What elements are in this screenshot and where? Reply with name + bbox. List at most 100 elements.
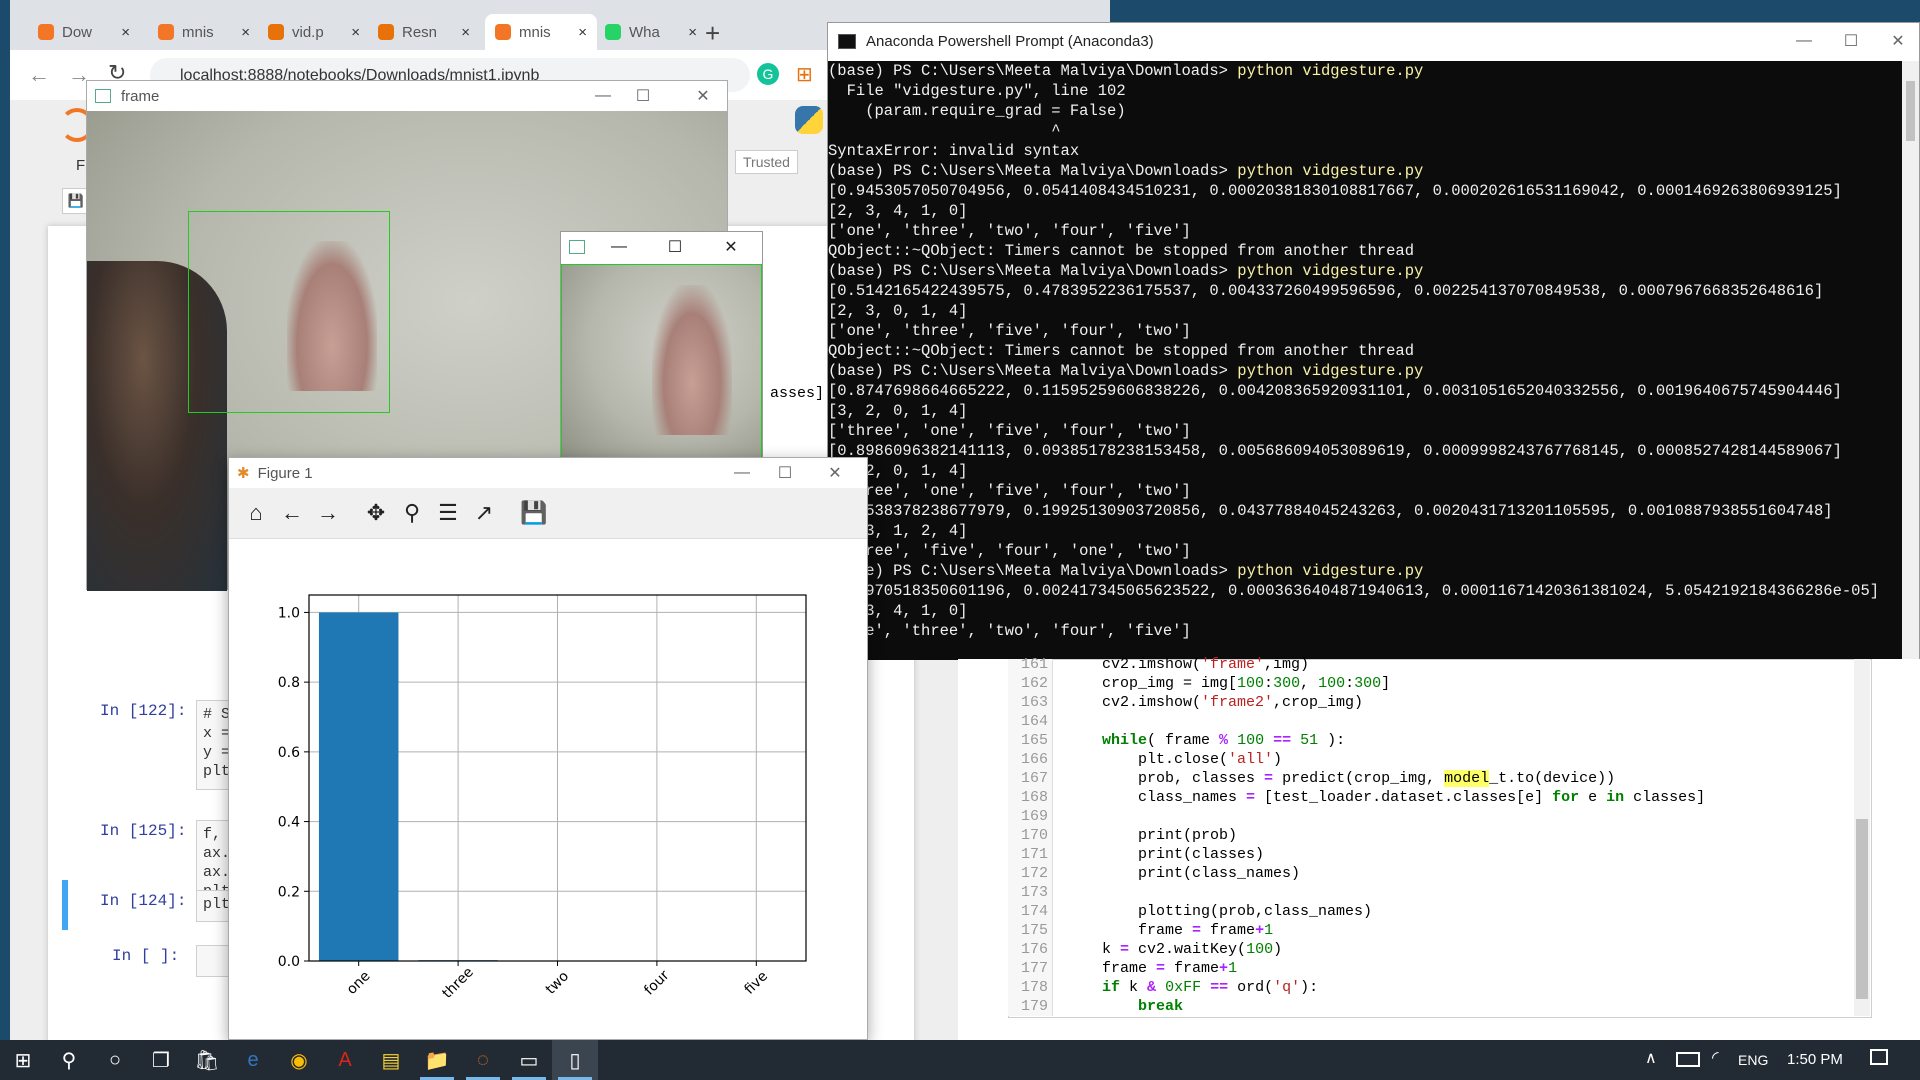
terminal-line: ['three', 'one', 'five', 'four', 'two'] — [828, 421, 1904, 441]
language-indicator[interactable]: ENG — [1738, 1052, 1768, 1068]
notification-icon[interactable] — [1870, 1049, 1888, 1065]
terminal-line: [0.9970518350601196, 0.00241734506562352… — [828, 581, 1904, 601]
tab-close-icon[interactable]: × — [578, 24, 587, 41]
editor-line-text: cv2.imshow('frame',img) — [1066, 656, 1310, 673]
terminal-line: SyntaxError: invalid syntax — [828, 141, 1904, 161]
line-number: 162 — [1020, 675, 1048, 692]
figure-title: Figure 1 — [257, 464, 313, 482]
code-line: # Si — [203, 706, 236, 723]
start-windows-icon[interactable]: ⊞ — [0, 1040, 46, 1080]
browser-tab[interactable]: mnis × — [148, 14, 260, 50]
save-icon[interactable]: 💾 — [519, 498, 549, 528]
close-button[interactable]: ✕ — [1875, 23, 1920, 59]
configure-subplots-icon[interactable]: ☰ — [433, 498, 463, 528]
edge-icon[interactable]: e — [230, 1040, 276, 1080]
acrobat-icon[interactable]: A — [322, 1040, 368, 1080]
line-number: 161 — [1020, 656, 1048, 673]
editor-line-text: frame = frame+1 — [1066, 922, 1274, 939]
tab-close-icon[interactable]: × — [351, 24, 360, 41]
cell-prompt: In [125]: — [100, 822, 187, 840]
editor-line[interactable]: 177 frame = frame+1 — [1008, 959, 1237, 978]
tab-close-icon[interactable]: × — [461, 24, 470, 41]
editor-line[interactable]: 170 print(prob) — [1008, 826, 1237, 845]
tab-close-icon[interactable]: × — [688, 24, 697, 41]
terminal-text: ['three', 'five', 'four', 'one', 'two'] — [828, 542, 1191, 560]
back-arrow-icon[interactable]: ← — [277, 498, 307, 528]
editor-line[interactable]: 163 cv2.imshow('frame2',crop_img) — [1008, 693, 1363, 712]
editor-line[interactable]: 161 cv2.imshow('frame',img) — [1008, 655, 1309, 674]
file-explorer-icon[interactable]: 📁 — [414, 1040, 460, 1080]
pan-icon[interactable]: ✥ — [361, 498, 391, 528]
terminal-line: [2, 3, 4, 1, 0] — [828, 201, 1904, 221]
forward-arrow-icon[interactable]: → — [313, 498, 343, 528]
browser-tab[interactable]: vid.p × — [258, 14, 370, 50]
sticky-notes-icon[interactable]: ▤ — [368, 1040, 414, 1080]
terminal-icon[interactable]: ▭ — [506, 1040, 552, 1080]
maximize-button[interactable]: ☐ — [657, 232, 693, 262]
editor-line[interactable]: 168 class_names = [test_loader.dataset.c… — [1008, 788, 1705, 807]
trusted-badge[interactable]: Trusted — [735, 150, 798, 174]
zoom-icon[interactable]: ⚲ — [397, 498, 427, 528]
editor-line[interactable]: 169 — [1008, 807, 1066, 826]
editor-scrollbar[interactable] — [1854, 659, 1870, 1016]
jupyter-icon[interactable]: ◌ — [460, 1040, 506, 1080]
cortana-icon[interactable]: ○ — [92, 1040, 138, 1080]
editor-line[interactable]: 171 print(classes) — [1008, 845, 1264, 864]
terminal-line: (base) PS C:\Users\Meeta Malviya\Downloa… — [828, 161, 1904, 181]
extension-icon[interactable]: ⊞ — [796, 62, 813, 87]
editor-line[interactable]: 174 plotting(prob,class_names) — [1008, 902, 1372, 921]
document-icon[interactable]: ▯ — [552, 1040, 598, 1080]
close-button[interactable]: ✕ — [680, 81, 726, 111]
tab-close-icon[interactable]: × — [241, 24, 250, 41]
chrome-icon[interactable]: ◉ — [276, 1040, 322, 1080]
wifi-icon[interactable]: ◜ — [1712, 1048, 1719, 1068]
edit-axis-icon[interactable]: ↗ — [469, 498, 499, 528]
terminal-line: (base) PS C:\Users\Meeta Malviya\Downloa… — [828, 561, 1904, 581]
minimize-button[interactable]: — — [601, 232, 637, 262]
tab-close-icon[interactable]: × — [121, 24, 130, 41]
python-logo-icon — [795, 106, 823, 134]
terminal-line: (param.require_grad = False) — [828, 101, 1904, 121]
terminal-scrollbar[interactable] — [1902, 61, 1919, 660]
editor-line[interactable]: 164 — [1008, 712, 1066, 731]
terminal-line: [0.7538378238677979, 0.19925130903720856… — [828, 501, 1904, 521]
browser-tab[interactable]: Dow × — [28, 14, 140, 50]
terminal-text: ['one', 'three', 'two', 'four', 'five'] — [828, 622, 1191, 640]
menu-file[interactable]: F — [76, 157, 85, 174]
editor-line[interactable]: 162 crop_img = img[100:300, 100:300] — [1008, 674, 1390, 693]
grammarly-icon[interactable]: G — [757, 63, 779, 85]
taskbar: ⊞ ⚲ ○ ❐ 🛍 e ◉ A ▤ 📁 ◌ ▭ ▯ ∧ ◜ ENG 1:50 PM — [0, 1040, 1920, 1080]
store-icon[interactable]: 🛍 — [184, 1040, 230, 1080]
search-icon[interactable]: ⚲ — [46, 1040, 92, 1080]
editor-line[interactable]: 172 print(class_names) — [1008, 864, 1300, 883]
editor-line[interactable]: 165 while( frame % 100 == 51 ): — [1008, 731, 1345, 750]
battery-icon[interactable] — [1676, 1052, 1700, 1067]
editor-line[interactable]: 176 k = cv2.waitKey(100) — [1008, 940, 1282, 959]
maximize-button[interactable]: ☐ — [762, 458, 808, 488]
close-button[interactable]: ✕ — [812, 458, 858, 488]
tray-chevron-icon[interactable]: ∧ — [1645, 1048, 1657, 1068]
terminal-output[interactable]: (base) PS C:\Users\Meeta Malviya\Downloa… — [828, 61, 1904, 660]
maximize-button[interactable]: ☐ — [1828, 23, 1874, 59]
editor-line[interactable]: 178 if k & 0xFF == ord('q'): — [1008, 978, 1318, 997]
browser-tab[interactable]: mnis × — [485, 14, 597, 50]
back-arrow-icon[interactable]: ← — [28, 62, 50, 88]
task-view-icon[interactable]: ❐ — [138, 1040, 184, 1080]
code-line: plt. — [203, 763, 236, 780]
minimize-button[interactable]: — — [719, 458, 765, 488]
browser-tab[interactable]: Wha × — [595, 14, 707, 50]
editor-line[interactable]: 173 — [1008, 883, 1066, 902]
clock[interactable]: 1:50 PM — [1787, 1051, 1843, 1068]
new-tab-button[interactable]: + — [705, 18, 720, 49]
editor-line[interactable]: 166 plt.close('all') — [1008, 750, 1282, 769]
editor-line[interactable]: 179 break — [1008, 997, 1183, 1016]
home-icon[interactable]: ⌂ — [241, 498, 271, 528]
browser-tab[interactable]: Resn × — [368, 14, 480, 50]
terminal-line: ['one', 'three', 'two', 'four', 'five'] — [828, 221, 1904, 241]
close-button[interactable]: ✕ — [713, 232, 749, 262]
minimize-button[interactable]: — — [1781, 23, 1827, 59]
editor-line[interactable]: 167 prob, classes = predict(crop_img, mo… — [1008, 769, 1615, 788]
maximize-button[interactable]: ☐ — [620, 81, 666, 111]
line-number: 166 — [1020, 751, 1048, 768]
editor-line[interactable]: 175 frame = frame+1 — [1008, 921, 1273, 940]
